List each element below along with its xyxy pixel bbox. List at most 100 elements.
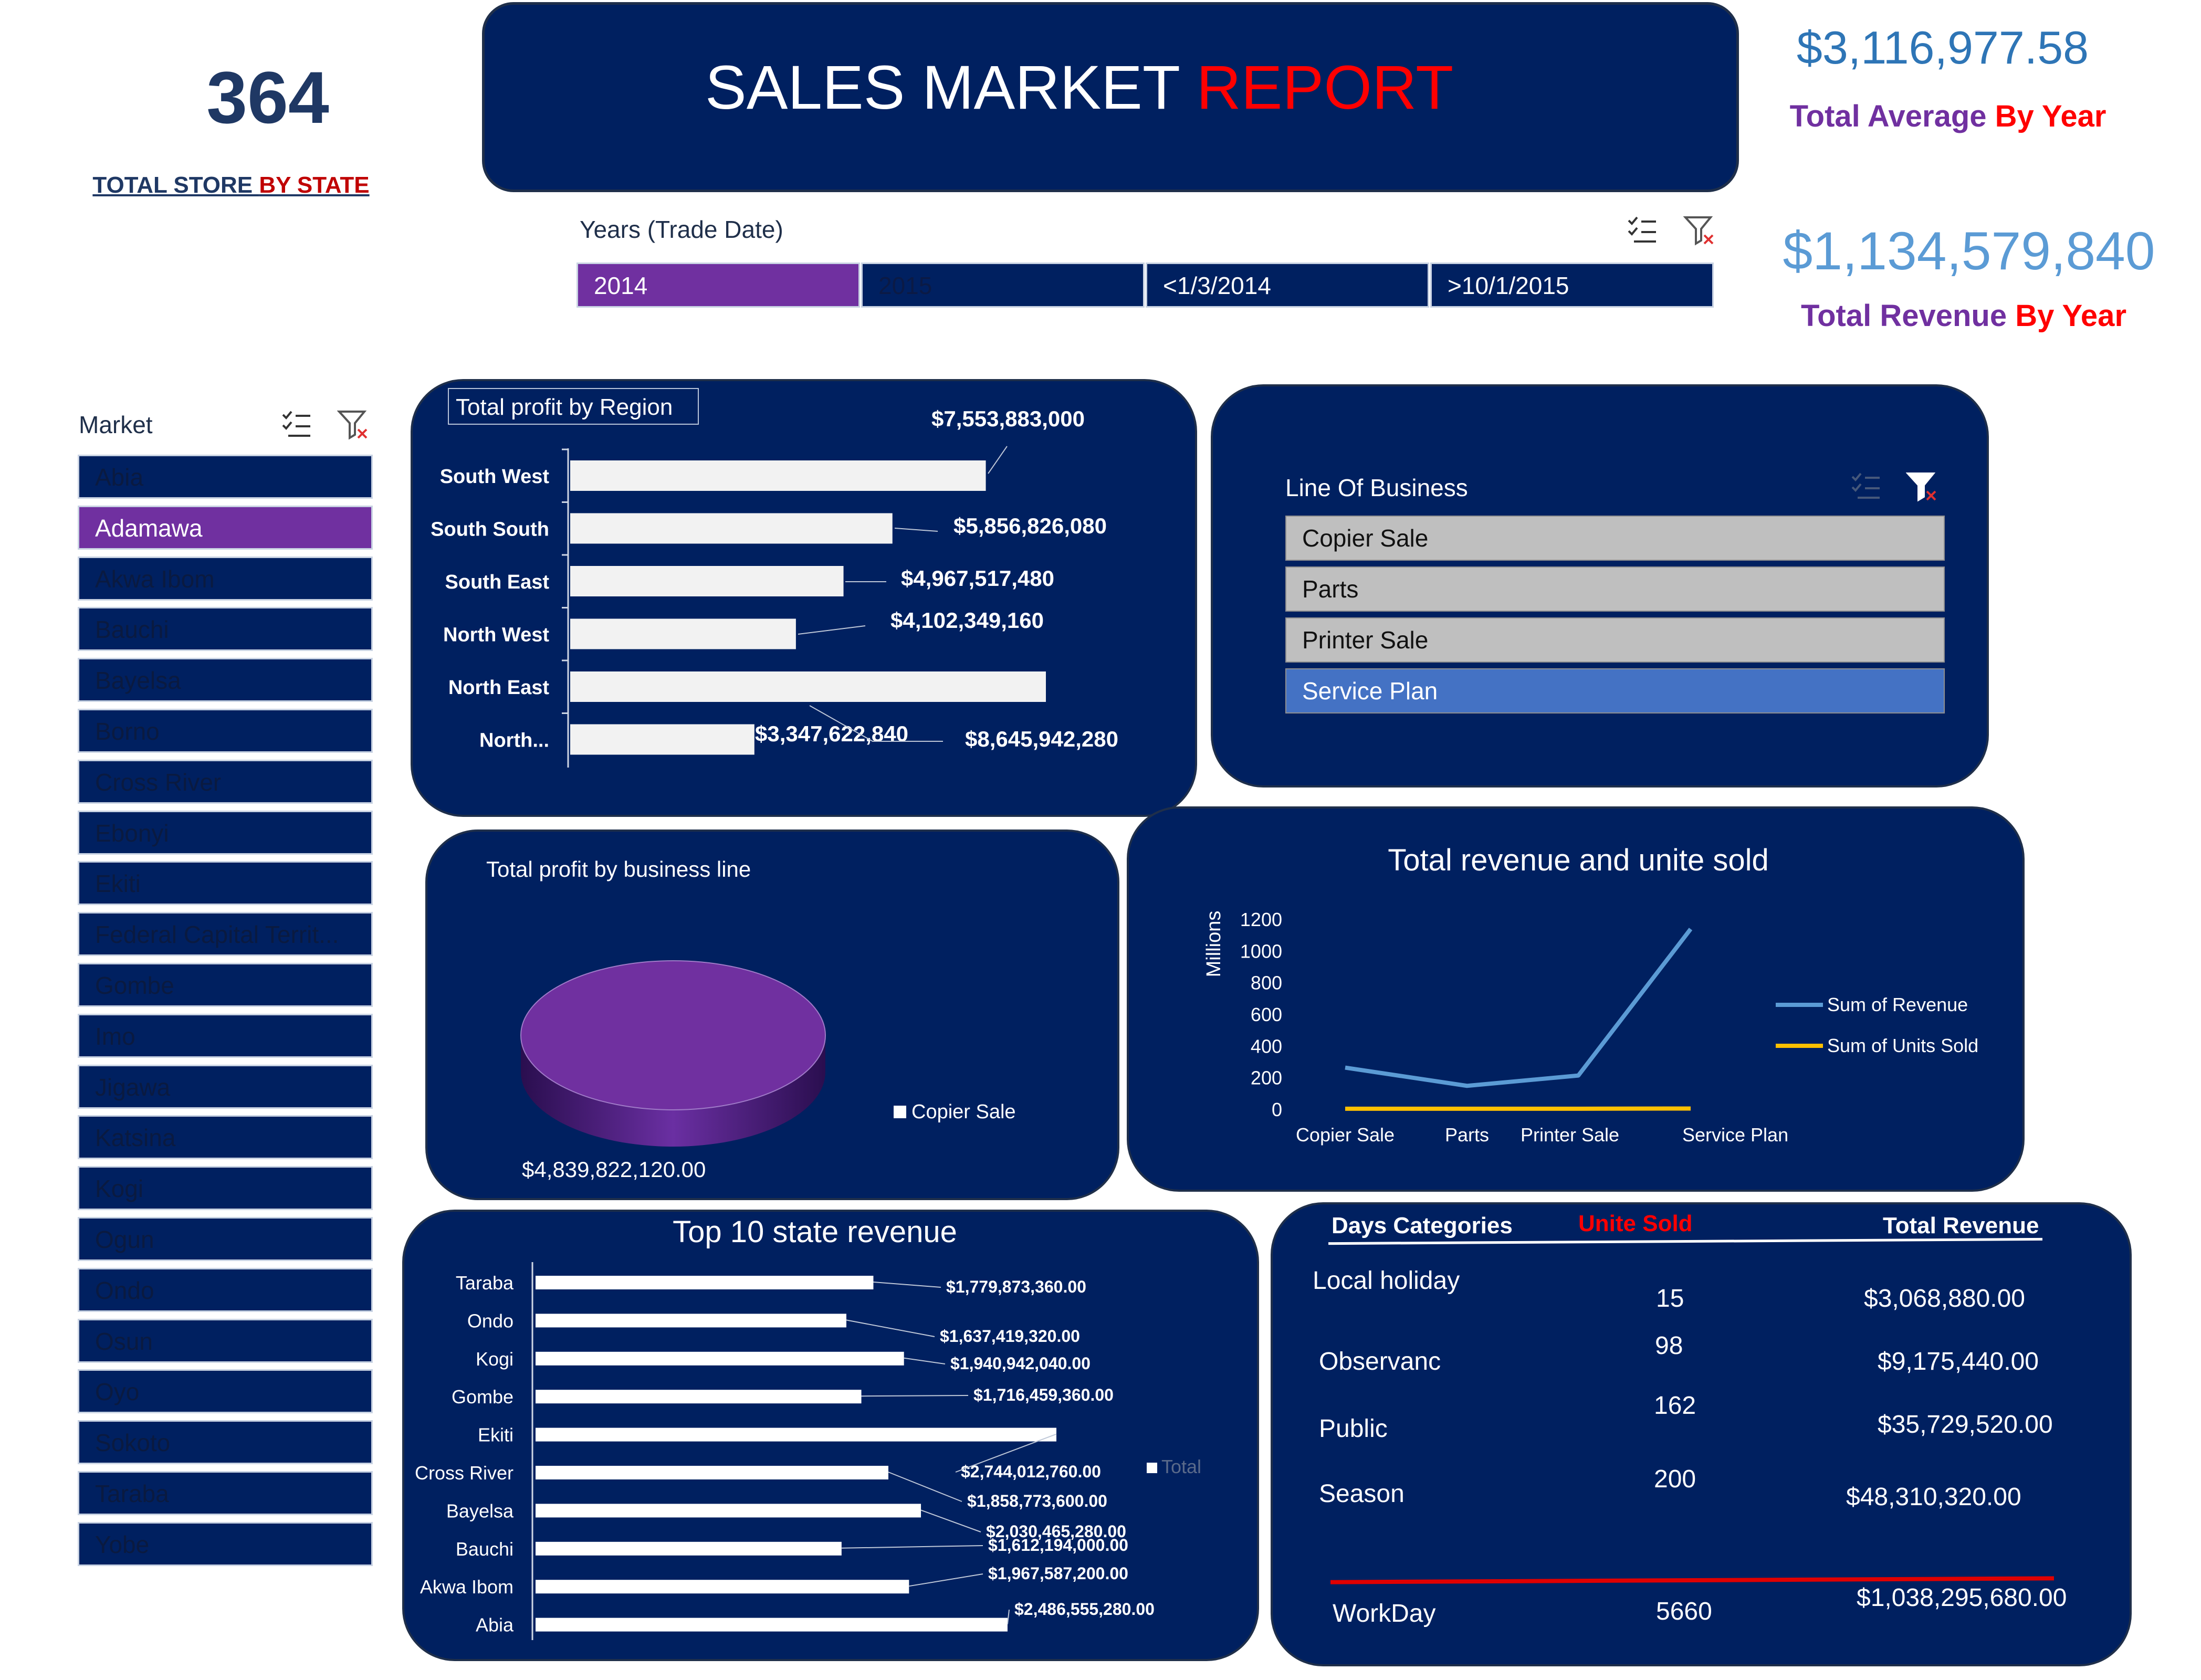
- pie-data-label: $4,839,822,120.00: [522, 1157, 706, 1182]
- states-bar: [536, 1541, 842, 1556]
- market-item-11[interactable]: Imo: [78, 1013, 373, 1058]
- store-count-label-b: BY STATE: [259, 172, 370, 198]
- year-item-3[interactable]: >10/1/2015: [1430, 262, 1714, 308]
- year-item-2[interactable]: <1/3/2014: [1146, 262, 1429, 308]
- states-category-label: Gombe: [452, 1386, 513, 1408]
- year-item-1[interactable]: 2015: [861, 262, 1145, 308]
- days-header-revenue: Total Revenue: [1883, 1213, 2039, 1238]
- days-row-revenue: $3,068,880.00: [1864, 1285, 2025, 1312]
- year-item-0[interactable]: 2014: [577, 262, 860, 308]
- states-bar: [536, 1618, 1008, 1632]
- market-item-9[interactable]: Federal Capital Territ...: [78, 912, 373, 957]
- market-item-2[interactable]: Akwa Ibom: [78, 556, 373, 601]
- store-count-value: 364: [206, 56, 329, 139]
- page-title-b: REPORT: [1196, 53, 1454, 122]
- total-average-label-a: Total Average: [1789, 99, 1995, 133]
- market-item-7[interactable]: Ebonyi: [78, 810, 373, 855]
- market-item-8[interactable]: Ekiti: [78, 861, 373, 906]
- states-bar: [536, 1466, 888, 1479]
- days-total-revenue: $1,038,295,680.00: [1857, 1584, 2067, 1612]
- lob-multi-select-icon[interactable]: [1850, 471, 1882, 503]
- market-multi-select-icon[interactable]: [281, 410, 312, 442]
- line-chart-ylabel: Millions: [1203, 911, 1225, 978]
- total-average-label-b: By Year: [1995, 99, 2106, 133]
- days-row-units: 162: [1654, 1392, 1696, 1420]
- page-title-a: SALES MARKET: [705, 53, 1197, 122]
- line-chart-ytick: 200: [1251, 1067, 1282, 1089]
- multi-select-icon[interactable]: [1627, 215, 1658, 247]
- region-leader: [988, 446, 1008, 474]
- market-item-17[interactable]: Osun: [78, 1318, 373, 1363]
- market-item-0[interactable]: Abia: [78, 455, 373, 499]
- lob-item-2[interactable]: Printer Sale: [1285, 617, 1945, 663]
- market-item-3[interactable]: Bauchi: [78, 607, 373, 652]
- states-bar: [536, 1276, 874, 1289]
- region-category-label: North East: [448, 677, 549, 699]
- store-count-label-a: TOTAL STORE: [92, 172, 259, 198]
- states-leader: [873, 1282, 941, 1288]
- market-item-10[interactable]: Gombe: [78, 963, 373, 1007]
- total-revenue-label-a: Total Revenue: [1800, 299, 2016, 333]
- market-item-5[interactable]: Borno: [78, 709, 373, 753]
- lob-clear-filter-icon[interactable]: [1905, 470, 1940, 506]
- states-leader: [920, 1509, 981, 1532]
- line-chart-ytick: 800: [1251, 972, 1282, 994]
- lob-item-0[interactable]: Copier Sale: [1285, 516, 1945, 561]
- days-row-units: 98: [1655, 1332, 1683, 1360]
- store-count-label: TOTAL STORE BY STATE: [79, 172, 383, 198]
- market-item-21[interactable]: Yobe: [78, 1521, 373, 1566]
- days-row-revenue: $9,175,440.00: [1878, 1348, 2039, 1376]
- days-row-units: 200: [1654, 1465, 1696, 1493]
- region-profit-chart: Total profit by Region South West $7,553,8…: [431, 388, 1118, 768]
- states-data-label: $1,716,459,360.00: [973, 1385, 1114, 1404]
- total-average-value: $3,116,977.58: [1796, 22, 2089, 74]
- days-row-units: 15: [1656, 1285, 1684, 1312]
- states-bar: [536, 1390, 862, 1404]
- states-category-label: Bayelsa: [446, 1500, 514, 1521]
- page-title: SALES MARKET REPORT: [705, 52, 1453, 123]
- states-data-label: $2,744,012,760.00: [961, 1462, 1101, 1481]
- pie-legend-label: Copier Sale: [911, 1101, 1016, 1123]
- lob-item-3[interactable]: Service Plan: [1285, 668, 1945, 713]
- states-category-label: Ekiti: [478, 1424, 513, 1446]
- region-data-label: $3,347,622,840: [755, 721, 908, 746]
- states-bar: [536, 1314, 846, 1328]
- states-bar: [536, 1580, 909, 1594]
- region-chart-title: Total profit by Region: [456, 394, 673, 420]
- market-item-4[interactable]: Bayelsa: [78, 658, 373, 702]
- market-item-14[interactable]: Kogi: [78, 1166, 373, 1211]
- business-line-pie-chart: Total profit by business line $4,839,822,…: [486, 857, 1016, 1182]
- market-item-20[interactable]: Taraba: [78, 1471, 373, 1515]
- days-row-revenue: $35,729,520.00: [1878, 1411, 2053, 1438]
- top-states-bar-chart: Top 10 state revenue Taraba $1,779,873,360…: [415, 1215, 1201, 1640]
- clear-filter-icon[interactable]: [1683, 214, 1717, 249]
- region-leader: [798, 625, 866, 635]
- line-chart-ytick: 1200: [1240, 909, 1282, 930]
- total-average-label: Total Average By Year: [1748, 99, 2147, 134]
- days-header-category: Days Categories: [1332, 1213, 1513, 1238]
- states-legend-label: Total: [1161, 1456, 1201, 1477]
- days-total-units: 5660: [1656, 1598, 1712, 1625]
- states-leader: [846, 1319, 935, 1337]
- market-item-16[interactable]: Ondo: [78, 1267, 373, 1312]
- lob-item-1[interactable]: Parts: [1285, 566, 1945, 612]
- market-item-12[interactable]: Jigawa: [78, 1064, 373, 1109]
- region-category-label: South East: [445, 571, 550, 593]
- market-clear-filter-icon[interactable]: [337, 408, 371, 444]
- pie-slice-copier-sale: [520, 960, 826, 1110]
- lob-slicer-title: Line Of Business: [1285, 474, 1468, 501]
- pie-legend-swatch: [894, 1106, 906, 1118]
- market-item-6[interactable]: Cross River: [78, 759, 373, 804]
- market-item-15[interactable]: Ogun: [78, 1217, 373, 1261]
- market-item-1[interactable]: Adamawa: [78, 505, 373, 550]
- region-data-label: $7,553,883,000: [931, 406, 1085, 431]
- days-header-units: Unite Sold: [1578, 1211, 1693, 1236]
- market-item-18[interactable]: Oyo: [78, 1369, 373, 1414]
- market-item-13[interactable]: Katsina: [78, 1115, 373, 1160]
- line-chart-xtick: Parts: [1445, 1124, 1489, 1146]
- states-category-label: Akwa Ibom: [420, 1576, 513, 1598]
- days-row-category: Observanc: [1319, 1348, 1441, 1376]
- states-category-label: Abia: [476, 1614, 514, 1636]
- states-data-label: $1,940,942,040.00: [950, 1354, 1091, 1373]
- market-item-19[interactable]: Sokoto: [78, 1420, 373, 1465]
